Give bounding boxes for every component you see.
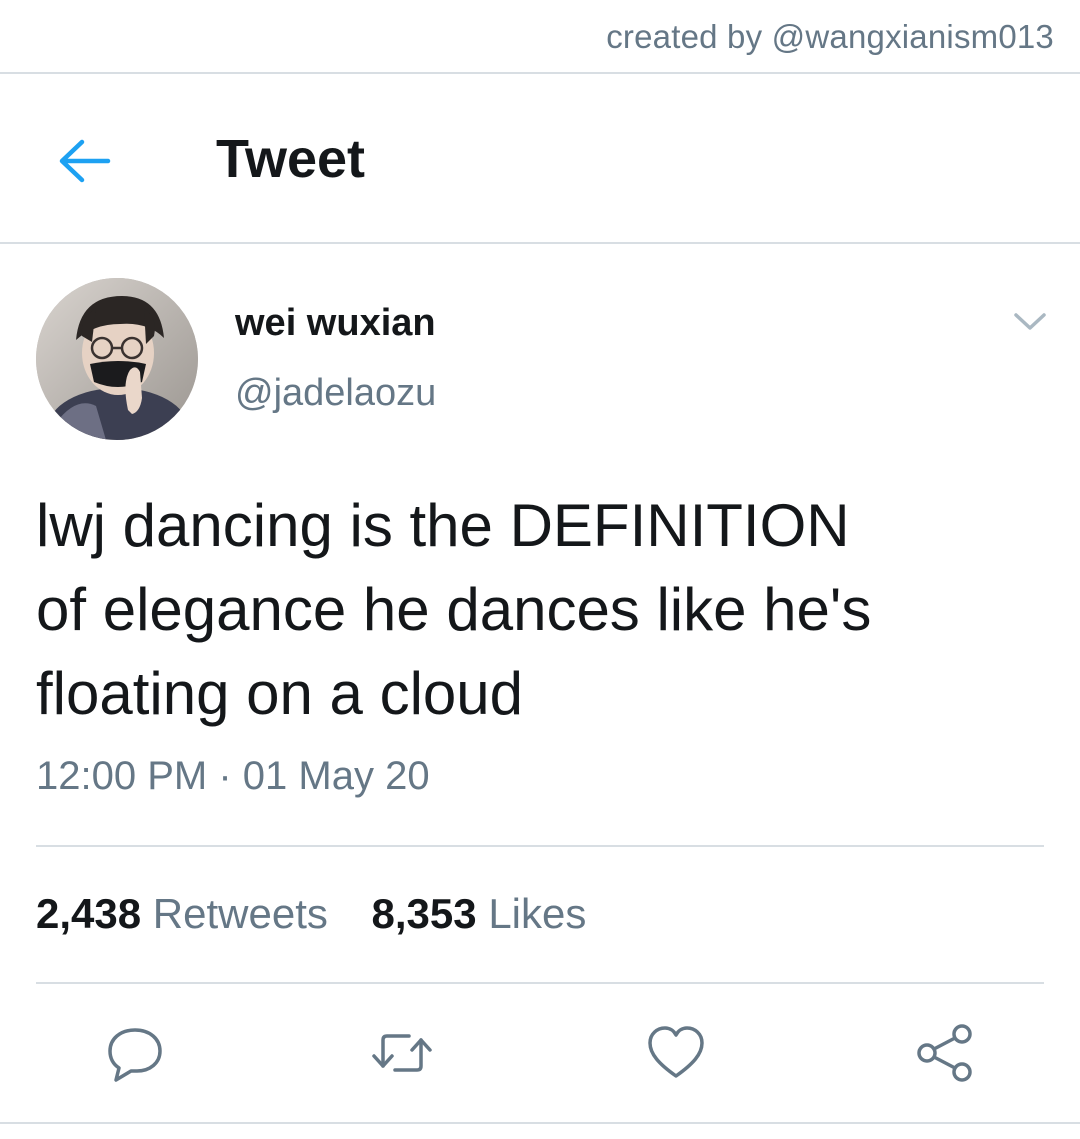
likes-count: 8,353 xyxy=(371,890,477,937)
avatar-image xyxy=(36,278,198,440)
retweets-stat[interactable]: 2,438 Retweets xyxy=(36,890,328,938)
author-handle[interactable]: @jadelaozu xyxy=(235,372,436,415)
back-button[interactable] xyxy=(56,136,112,186)
tweet-menu-button[interactable] xyxy=(1010,306,1050,336)
retweets-count: 2,438 xyxy=(36,890,142,937)
share-button[interactable] xyxy=(914,1022,976,1084)
header-divider xyxy=(0,242,1080,244)
like-button[interactable] xyxy=(645,1022,707,1084)
share-icon xyxy=(917,1024,972,1082)
tweet-stats: 2,438 Retweets 8,353 Likes xyxy=(36,890,618,938)
tweet-text: lwj dancing is the DEFINITION of eleganc… xyxy=(36,484,1046,736)
tweet-text-line: floating on a cloud xyxy=(36,660,524,727)
retweets-label: Retweets xyxy=(152,890,328,937)
chevron-down-icon xyxy=(1014,313,1046,330)
heart-icon xyxy=(648,1026,704,1078)
speech-bubble-icon xyxy=(108,1028,162,1082)
stats-divider-top xyxy=(36,845,1044,847)
meta-separator: · xyxy=(218,754,232,798)
tweet-text-line: lwj dancing is the DEFINITION xyxy=(36,492,850,559)
avatar[interactable] xyxy=(36,278,198,440)
tweet-time: 12:00 PM xyxy=(36,754,208,798)
retweet-icon xyxy=(372,1034,432,1072)
tweet-date: 01 May 20 xyxy=(242,754,430,798)
bottom-divider xyxy=(0,1122,1080,1124)
arrow-left-icon xyxy=(59,139,111,183)
reply-button[interactable] xyxy=(104,1022,166,1084)
author-display-name[interactable]: wei wuxian xyxy=(235,302,436,345)
likes-label: Likes xyxy=(488,890,587,937)
likes-stat[interactable]: 8,353 Likes xyxy=(372,890,587,938)
tweet-timestamp: 12:00 PM · 01 May 20 xyxy=(36,754,430,799)
stats-divider-bottom xyxy=(36,982,1044,984)
retweet-button[interactable] xyxy=(371,1022,433,1084)
credit-watermark: created by @wangxianism013 xyxy=(606,18,1054,55)
top-divider xyxy=(0,72,1080,74)
tweet-text-line: of elegance he dances like he's xyxy=(36,576,872,643)
page-title: Tweet xyxy=(216,129,366,189)
